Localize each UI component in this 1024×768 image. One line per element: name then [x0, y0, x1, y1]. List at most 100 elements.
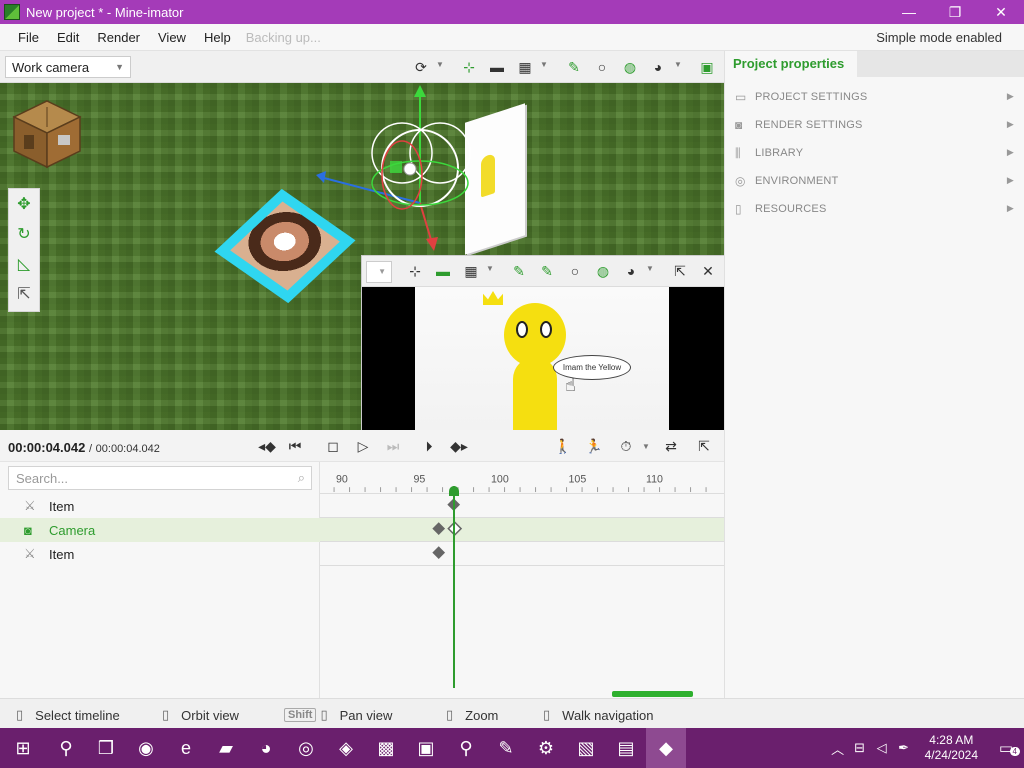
preview-camera-select[interactable]: ▼ [366, 261, 392, 283]
section-resources[interactable]: ▯ RESOURCES ▶ [725, 195, 1024, 223]
menu-file[interactable]: File [0, 30, 48, 45]
visual-studio-icon[interactable]: ◈ [326, 728, 366, 768]
clock[interactable]: 4:28 AM 4/24/2024 [925, 733, 978, 763]
status-orbit-view: ▯ Orbit view [162, 707, 239, 723]
firefox-icon[interactable]: ◕ [246, 728, 286, 768]
menu-help[interactable]: Help [195, 30, 240, 45]
gizmo-mode-icon[interactable]: ⊹ [404, 260, 426, 282]
export-icon[interactable]: ⇱ [9, 279, 39, 309]
chevron-down-icon[interactable]: ▼ [674, 60, 682, 69]
settings-gear-icon[interactable]: ⚙ [526, 728, 566, 768]
edge-icon[interactable]: e [166, 728, 206, 768]
snap-icon[interactable]: ⟳ [410, 56, 432, 78]
render-mode-icon[interactable]: ◕ [620, 260, 642, 282]
task-view-icon[interactable]: ❒ [86, 728, 126, 768]
windows-start-icon[interactable]: ⊞ [0, 728, 46, 768]
section-library[interactable]: ⫼ LIBRARY ▶ [725, 139, 1024, 167]
word-doc-icon[interactable]: ▤ [606, 728, 646, 768]
chrome-icon[interactable]: ◎ [286, 728, 326, 768]
playhead[interactable] [453, 486, 455, 688]
play-icon[interactable]: ▷ [352, 436, 374, 456]
mine-imator-icon[interactable]: ◆ [646, 728, 686, 768]
volume-muted-icon[interactable]: ◁ [871, 740, 893, 756]
section-label: PROJECT SETTINGS [755, 91, 868, 103]
circle-icon[interactable]: ○ [564, 260, 586, 282]
status-bar: ▯ Select timeline ▯ Orbit view Shift ▯ P… [0, 698, 1024, 728]
search-icon[interactable]: ⚲ [46, 728, 86, 768]
magnifier-app-icon[interactable]: ⚲ [446, 728, 486, 768]
previous-frame-icon[interactable]: ⏮ [284, 436, 306, 456]
obama-app-icon[interactable]: ◉ [126, 728, 166, 768]
timeline-search-input[interactable]: Search... ⌕ [8, 466, 312, 490]
chevron-up-icon[interactable]: ︿ [827, 739, 849, 758]
tab-project-properties[interactable]: Project properties [725, 51, 857, 77]
paint-app-icon[interactable]: ✎ [486, 728, 526, 768]
popout-icon[interactable]: ⇱ [693, 436, 715, 456]
ruler-label: 105 [569, 473, 587, 485]
close-button[interactable]: ✕ [978, 0, 1024, 24]
clock-date: 4/24/2024 [924, 748, 978, 762]
pen-icon[interactable]: ✒ [893, 740, 915, 756]
transform-gizmo[interactable] [312, 83, 532, 253]
chevron-down-icon[interactable]: ▼ [486, 264, 494, 273]
play-from-icon[interactable]: ⏵ [418, 436, 440, 456]
popout-icon[interactable]: ⇱ [669, 260, 691, 282]
grid-icon[interactable]: ▦ [514, 56, 536, 78]
shading-icon[interactable]: ◍ [619, 56, 641, 78]
timeline-area[interactable]: 90 95 100 105 110 [320, 462, 724, 698]
yellow-figure-head [504, 303, 566, 367]
section-render-settings[interactable]: ◙ RENDER SETTINGS ▶ [725, 111, 1024, 139]
scale-tool-icon[interactable]: ◺ [9, 249, 39, 279]
gizmo-mode-icon[interactable]: ⊹ [458, 56, 480, 78]
render-mode-icon[interactable]: ◕ [647, 56, 669, 78]
menu-edit[interactable]: Edit [48, 30, 88, 45]
jump-end-icon[interactable]: ◆▸ [448, 436, 470, 456]
chevron-down-icon[interactable]: ▼ [540, 60, 548, 69]
fl-studio-icon[interactable]: ▩ [366, 728, 406, 768]
maximize-button[interactable]: ❐ [932, 0, 978, 24]
walk-icon[interactable]: 🚶 [552, 436, 574, 456]
chevron-down-icon: ▼ [378, 267, 386, 276]
rotate-tool-icon[interactable]: ↻ [9, 219, 39, 249]
run-icon[interactable]: 🏃 [583, 436, 605, 456]
keyframe[interactable] [432, 546, 446, 559]
particles-icon[interactable]: ✎ [563, 56, 585, 78]
section-environment[interactable]: ◎ ENVIRONMENT ▶ [725, 167, 1024, 195]
circle-icon[interactable]: ○ [591, 56, 613, 78]
timeline-row-item[interactable]: ⚔ Item [0, 494, 320, 518]
timeline-row-camera[interactable]: ◙ Camera [0, 518, 320, 542]
camera-select[interactable]: Work camera ▼ [5, 56, 131, 78]
yellow-figure-body [513, 357, 557, 431]
menu-render[interactable]: Render [88, 30, 149, 45]
bars-icon[interactable]: ▬ [432, 260, 454, 282]
section-project-settings[interactable]: ▭ PROJECT SETTINGS ▶ [725, 83, 1024, 111]
loop-icon[interactable]: ⇄ [660, 436, 682, 456]
menu-view[interactable]: View [149, 30, 195, 45]
notification-icon[interactable]: ▭ 4 [988, 739, 1024, 757]
timer-icon[interactable]: ⏱ [615, 436, 637, 456]
shading-icon[interactable]: ◍ [592, 260, 614, 282]
file-explorer-icon[interactable]: ▰ [206, 728, 246, 768]
image-viewer-icon[interactable]: ▧ [566, 728, 606, 768]
next-frame-icon[interactable]: ⏭ [382, 436, 404, 456]
minimize-button[interactable]: — [886, 0, 932, 24]
chevron-down-icon[interactable]: ▼ [436, 60, 444, 69]
chevron-down-icon[interactable]: ▼ [646, 264, 654, 273]
timeline-row-item[interactable]: ⚔ Item [0, 542, 320, 566]
close-icon[interactable]: ✕ [697, 260, 719, 282]
bars-icon[interactable]: ▬ [486, 56, 508, 78]
move-tool-icon[interactable]: ✥ [9, 189, 39, 219]
jump-start-icon[interactable]: ◂◆ [256, 436, 278, 456]
camera-preview-icon[interactable]: ▣ [696, 56, 718, 78]
paint-icon[interactable]: ✎ [536, 260, 558, 282]
timeline-scrollbar[interactable] [612, 691, 693, 697]
particles-icon[interactable]: ✎ [508, 260, 530, 282]
stop-icon[interactable]: ◻ [322, 436, 344, 456]
chevron-down-icon[interactable]: ▼ [642, 442, 650, 451]
network-icon[interactable]: ⊟ [849, 740, 871, 756]
keyframe[interactable] [432, 522, 446, 535]
timeline-ruler[interactable]: 90 95 100 105 110 [320, 462, 724, 494]
grid-icon[interactable]: ▦ [460, 260, 482, 282]
status-select-timeline: ▯ Select timeline [16, 707, 120, 723]
vegas-icon[interactable]: ▣ [406, 728, 446, 768]
